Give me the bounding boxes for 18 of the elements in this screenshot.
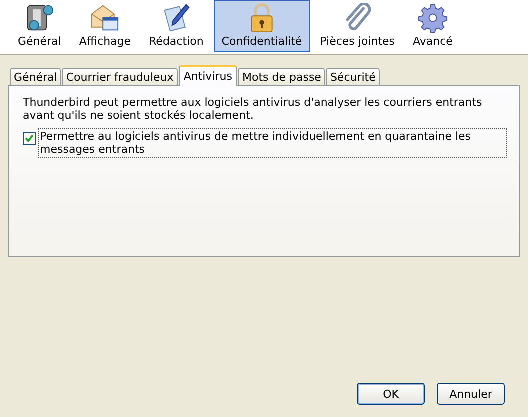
tab[interactable]: Général (10, 68, 62, 85)
toolbar-button[interactable]: Affichage (71, 0, 140, 52)
checkbox[interactable] (23, 132, 36, 145)
tab[interactable]: Sécurité (326, 68, 380, 85)
toolbar-button[interactable]: Pièces jointes (312, 0, 404, 52)
tab[interactable]: Mots de passe (238, 68, 326, 85)
dialog-button[interactable]: OK (357, 383, 425, 405)
tab[interactable]: Courrier frauduleux (62, 68, 178, 85)
tab[interactable]: Antivirus (178, 65, 238, 86)
toolbar-button[interactable]: Général (10, 0, 70, 52)
description-text: Thunderbird peut permettre aux logiciels antivirus d'analyser les courriers entrants avant qu'ils ne soient stockés localement. (23, 96, 484, 122)
toolbar-button[interactable]: Avancé (405, 0, 461, 52)
gear-icon (416, 3, 449, 33)
checkbox-label[interactable]: Permettre au logiciels antivirus de mettre individuellement en quarantaine les messages entrants (38, 128, 507, 158)
dialog-button[interactable]: Annuler (437, 383, 505, 405)
envelope-window-icon (89, 3, 122, 33)
toolbar-button[interactable]: Confidentialité (214, 0, 310, 52)
toolbar-button[interactable]: Rédaction (141, 0, 212, 52)
